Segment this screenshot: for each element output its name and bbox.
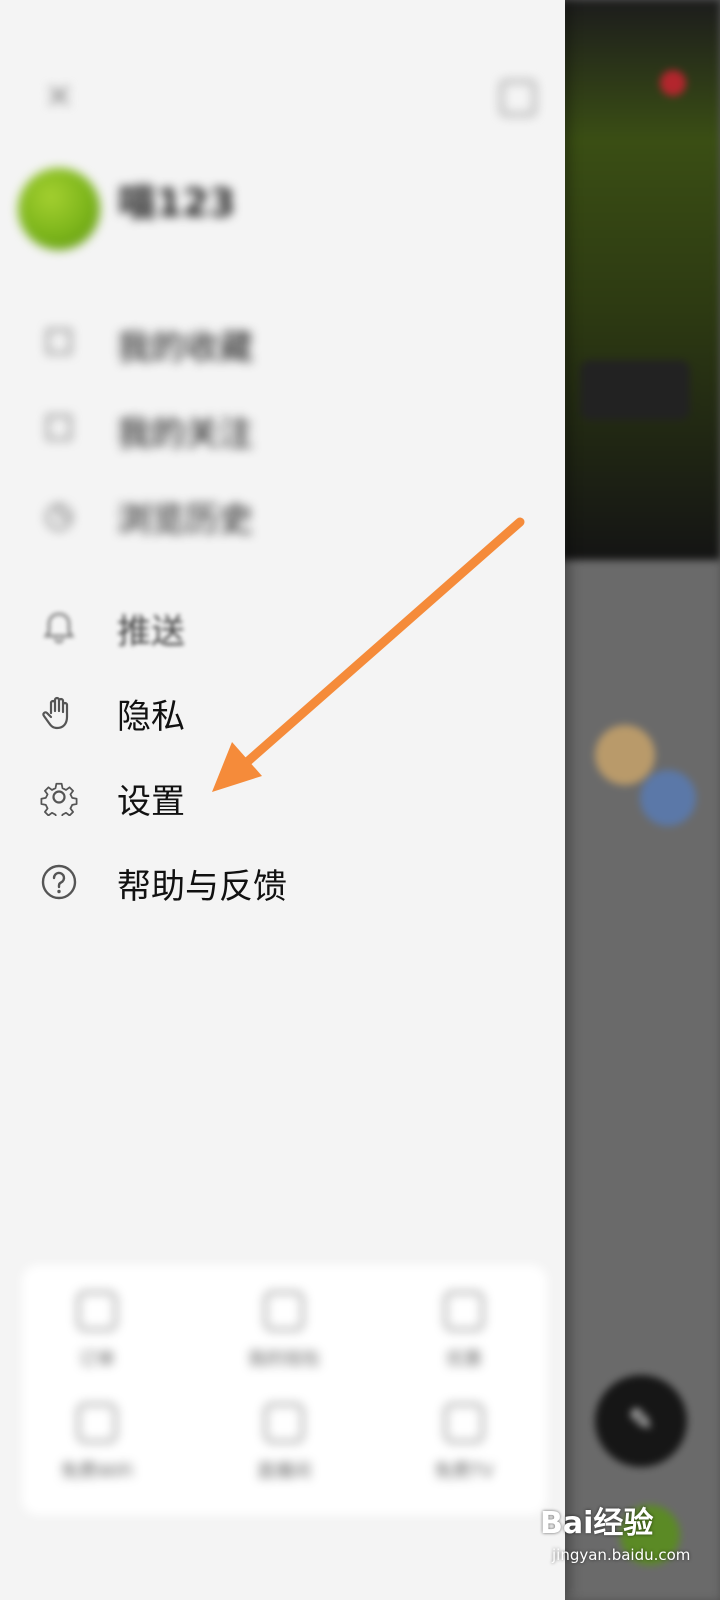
tool-label: 免费WiFi (60, 1461, 134, 1482)
tool-live[interactable]: 直播间 (209, 1403, 359, 1503)
watermark-url: jingyan.baidu.com (552, 1546, 691, 1564)
tool-label: 我的钱包 (248, 1349, 320, 1370)
bell-icon (40, 608, 78, 646)
tool-wifi[interactable]: 免费WiFi (22, 1403, 172, 1503)
bg-avatar (595, 725, 655, 785)
menu-item-privacy[interactable]: 隐私 (0, 677, 560, 747)
menu-item-favorites[interactable]: ☐ 我的收藏 (0, 308, 560, 378)
menu-item-label: 浏览历史 (117, 500, 253, 540)
tool-label: 优惠 (446, 1349, 482, 1370)
bg-avatar (640, 770, 696, 826)
bookmark-icon: ☐ (43, 323, 75, 363)
close-icon[interactable]: ✕ (42, 80, 76, 114)
tool-label: 免费TV (434, 1461, 494, 1482)
menu-item-help[interactable]: 帮助与反馈 (0, 847, 560, 917)
tools-card: 订单 我的钱包 优惠 免费WiFi 直播间 免费TV (22, 1265, 547, 1515)
phone-screen: ✎ ✕ 喵123 ☐ 我的收藏 ☐ 我的关注 ◷ 浏览历史 推送 隐私 设置 帮… (0, 0, 720, 1600)
tool-wallet[interactable]: 我的钱包 (209, 1291, 359, 1391)
menu-item-history[interactable]: ◷ 浏览历史 (0, 480, 560, 550)
menu-item-label: 帮助与反馈 (117, 867, 287, 907)
tv-icon (444, 1403, 484, 1443)
compose-fab[interactable]: ✎ (595, 1375, 687, 1467)
profile-header[interactable]: 喵123 (18, 168, 538, 258)
menu-item-label: 我的收藏 (117, 328, 253, 368)
wallet-icon (264, 1291, 304, 1331)
navigation-drawer: ✕ 喵123 ☐ 我的收藏 ☐ 我的关注 ◷ 浏览历史 推送 隐私 设置 帮助与… (0, 0, 565, 1600)
profile-name: 喵123 (118, 181, 236, 225)
menu-item-label: 设置 (117, 782, 185, 822)
tool-order[interactable]: 订单 (22, 1291, 172, 1391)
menu-item-following[interactable]: ☐ 我的关注 (0, 394, 560, 464)
tool-coupon[interactable]: 优惠 (389, 1291, 539, 1391)
pencil-icon: ✎ (628, 1403, 654, 1438)
help-icon (40, 863, 78, 901)
scan-icon[interactable] (500, 80, 536, 116)
order-icon (77, 1291, 117, 1331)
history-icon: ◷ (44, 495, 74, 535)
menu-item-push[interactable]: 推送 (0, 592, 560, 662)
menu-item-label: 隐私 (117, 697, 185, 737)
tool-tv[interactable]: 免费TV (389, 1403, 539, 1503)
bg-panel (580, 360, 690, 420)
bg-notification-badge (660, 70, 686, 96)
coupon-icon (444, 1291, 484, 1331)
wifi-icon (77, 1403, 117, 1443)
menu-item-settings[interactable]: 设置 (0, 762, 560, 832)
menu-item-label: 推送 (117, 612, 185, 652)
gear-icon (40, 778, 78, 820)
tool-label: 直播间 (257, 1461, 311, 1482)
tool-label: 订单 (79, 1349, 115, 1370)
hand-icon (40, 693, 78, 731)
menu-item-label: 我的关注 (117, 414, 253, 454)
watermark: Bai经验 jingyan.baidu.com (540, 1490, 715, 1590)
follow-icon: ☐ (43, 409, 75, 449)
live-icon (264, 1403, 304, 1443)
watermark-main: Bai经验 (540, 1506, 654, 1541)
bg-header (560, 0, 720, 560)
avatar[interactable] (18, 168, 100, 250)
